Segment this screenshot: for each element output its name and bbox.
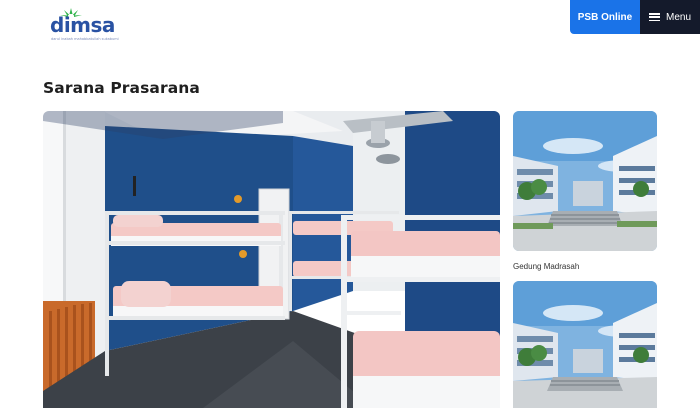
main-gallery-photo[interactable] xyxy=(43,111,500,408)
psb-online-button[interactable]: PSB Online xyxy=(570,0,640,34)
site-logo[interactable]: dimsa darul inabah mahabbatullah sukabum… xyxy=(50,8,119,44)
hamburger-icon xyxy=(648,13,660,21)
logo-wordmark: dimsa xyxy=(50,13,115,37)
building-image xyxy=(513,111,657,251)
site-header: dimsa darul inabah mahabbatullah sukabum… xyxy=(0,0,700,56)
menu-label: Menu xyxy=(665,11,691,23)
gallery-thumb-1[interactable] xyxy=(513,111,657,251)
thumb-1-caption: Gedung Madrasah xyxy=(513,262,580,271)
gallery-thumb-2[interactable] xyxy=(513,281,657,408)
dorm-room-image xyxy=(43,111,500,408)
logo-tagline: darul inabah mahabbatullah sukabumi xyxy=(51,37,119,41)
menu-button[interactable]: Menu xyxy=(640,0,700,34)
psb-online-label: PSB Online xyxy=(577,11,633,23)
section-title: Sarana Prasarana xyxy=(43,79,200,97)
building-image xyxy=(513,281,657,408)
